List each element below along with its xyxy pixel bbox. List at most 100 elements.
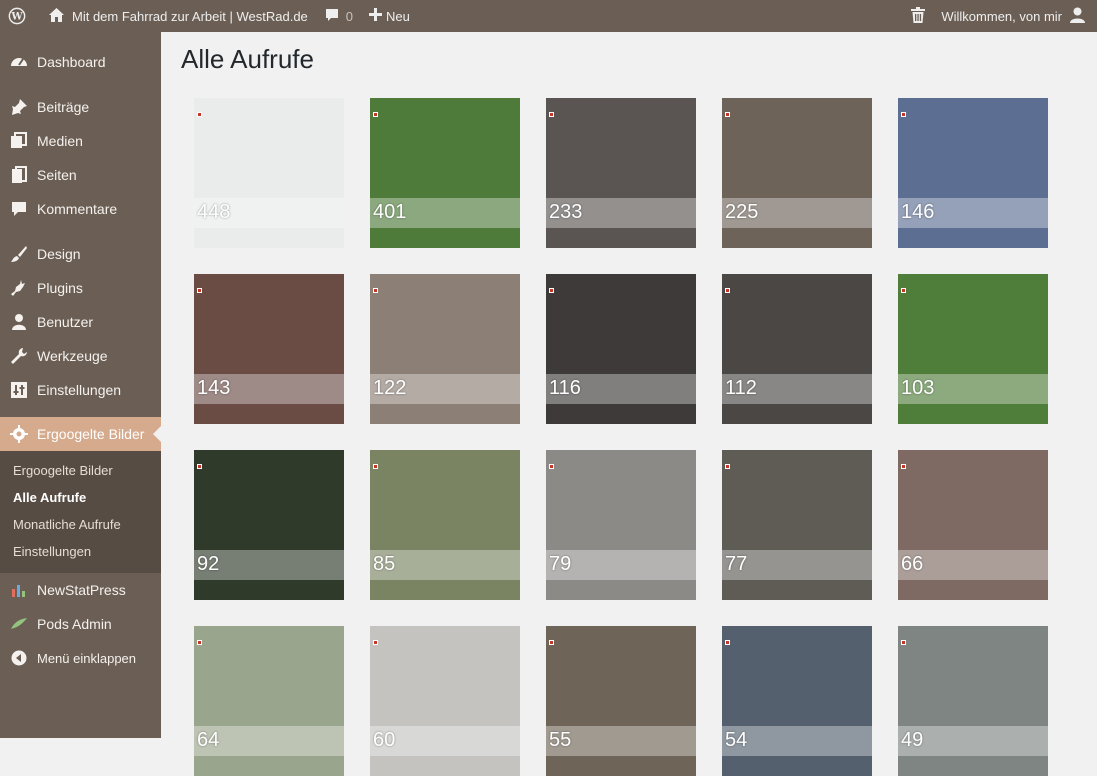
status-dot bbox=[373, 112, 378, 117]
trash-button[interactable] bbox=[903, 0, 933, 32]
view-count: 103 bbox=[901, 377, 935, 399]
submenu-einstellungen[interactable]: Einstellungen bbox=[0, 538, 161, 565]
image-tile[interactable]: 116 bbox=[546, 274, 696, 424]
view-count: 448 bbox=[197, 201, 231, 223]
submenu-alle-aufrufe[interactable]: Alle Aufrufe bbox=[0, 484, 161, 511]
new-content-button[interactable]: Neu bbox=[361, 0, 418, 32]
menu-settings[interactable]: Einstellungen bbox=[0, 373, 161, 407]
admin-sidebar: Dashboard Beiträge Medien Seiten Komment… bbox=[0, 32, 161, 738]
menu-label: Benutzer bbox=[37, 314, 94, 330]
wordpress-logo-icon[interactable]: W bbox=[0, 0, 40, 32]
pages-icon bbox=[10, 166, 28, 184]
menu-label: Medien bbox=[37, 133, 83, 149]
media-icon bbox=[10, 132, 28, 150]
menu-plugins[interactable]: Plugins bbox=[0, 271, 161, 305]
image-tile[interactable]: 122 bbox=[370, 274, 520, 424]
status-dot bbox=[901, 464, 906, 469]
status-dot bbox=[197, 112, 202, 117]
gear-icon bbox=[10, 425, 28, 443]
menu-posts[interactable]: Beiträge bbox=[0, 90, 161, 124]
image-tile[interactable]: 55 bbox=[546, 626, 696, 776]
image-tile[interactable]: 92 bbox=[194, 450, 344, 600]
menu-pods-admin[interactable]: Pods Admin bbox=[0, 607, 161, 641]
dashboard-icon bbox=[10, 53, 28, 71]
new-label: Neu bbox=[386, 8, 410, 24]
pin-icon bbox=[10, 98, 28, 116]
status-dot bbox=[373, 640, 378, 645]
menu-label: Seiten bbox=[37, 167, 77, 183]
image-tile[interactable]: 143 bbox=[194, 274, 344, 424]
main-content: Alle Aufrufe 448 401 233 225 146 143 122 116 112… bbox=[161, 32, 1097, 776]
chart-icon bbox=[10, 581, 28, 599]
status-dot bbox=[725, 464, 730, 469]
status-dot bbox=[197, 640, 202, 645]
view-count: 77 bbox=[725, 553, 748, 575]
submenu-ergoogelte-bilder[interactable]: Ergoogelte Bilder bbox=[0, 457, 161, 484]
status-dot bbox=[197, 464, 202, 469]
admin-bar: W Mit dem Fahrrad zur Arbeit | WestRad.d… bbox=[0, 0, 1097, 32]
view-count: 116 bbox=[549, 377, 581, 399]
view-count: 225 bbox=[725, 201, 759, 223]
menu-ergoogelte-bilder[interactable]: Ergoogelte Bilder bbox=[0, 417, 161, 451]
view-count: 64 bbox=[197, 729, 220, 751]
image-tile[interactable]: 49 bbox=[898, 626, 1048, 776]
image-tile[interactable]: 54 bbox=[722, 626, 872, 776]
comments-link[interactable]: 0 bbox=[316, 0, 361, 32]
menu-label: Kommentare bbox=[37, 201, 118, 217]
brush-icon bbox=[10, 245, 28, 263]
view-count: 66 bbox=[901, 553, 924, 575]
view-count: 233 bbox=[549, 201, 583, 223]
view-count: 55 bbox=[549, 729, 572, 751]
image-tile[interactable]: 233 bbox=[546, 98, 696, 248]
status-dot bbox=[373, 464, 378, 469]
svg-text:W: W bbox=[10, 12, 23, 23]
status-dot bbox=[549, 640, 554, 645]
status-dot bbox=[197, 288, 202, 293]
menu-label: Beiträge bbox=[37, 99, 90, 115]
comments-count: 0 bbox=[345, 8, 354, 24]
image-tile[interactable]: 401 bbox=[370, 98, 520, 248]
image-tile[interactable]: 112 bbox=[722, 274, 872, 424]
page-title: Alle Aufrufe bbox=[181, 44, 314, 74]
status-dot bbox=[725, 288, 730, 293]
menu-design[interactable]: Design bbox=[0, 237, 161, 271]
menu-pages[interactable]: Seiten bbox=[0, 158, 161, 192]
menu-media[interactable]: Medien bbox=[0, 124, 161, 158]
image-tile[interactable]: 79 bbox=[546, 450, 696, 600]
image-tile[interactable]: 103 bbox=[898, 274, 1048, 424]
image-tile[interactable]: 66 bbox=[898, 450, 1048, 600]
menu-tools[interactable]: Werkzeuge bbox=[0, 339, 161, 373]
image-tile[interactable]: 85 bbox=[370, 450, 520, 600]
image-tile[interactable]: 146 bbox=[898, 98, 1048, 248]
view-count: 49 bbox=[901, 729, 924, 751]
submenu-monatliche-aufrufe[interactable]: Monatliche Aufrufe bbox=[0, 511, 161, 538]
image-tile[interactable]: 60 bbox=[370, 626, 520, 776]
view-count: 85 bbox=[373, 553, 396, 575]
menu-comments[interactable]: Kommentare bbox=[0, 192, 161, 226]
menu-users[interactable]: Benutzer bbox=[0, 305, 161, 339]
home-icon bbox=[48, 7, 65, 26]
image-tile[interactable]: 448 bbox=[194, 98, 344, 248]
status-dot bbox=[901, 640, 906, 645]
status-dot bbox=[549, 464, 554, 469]
collapse-icon bbox=[10, 649, 28, 667]
image-tile[interactable]: 77 bbox=[722, 450, 872, 600]
site-name-link[interactable]: Mit dem Fahrrad zur Arbeit | WestRad.de bbox=[40, 0, 316, 32]
greeting: Willkommen, von mir bbox=[941, 8, 1062, 24]
menu-collapse[interactable]: Menü einklappen bbox=[0, 641, 161, 675]
view-count: 60 bbox=[373, 729, 396, 751]
site-title: Mit dem Fahrrad zur Arbeit | WestRad.de bbox=[72, 8, 308, 24]
menu-label: Plugins bbox=[37, 280, 83, 296]
user-avatar-icon bbox=[1070, 7, 1085, 26]
menu-newstatpress[interactable]: NewStatPress bbox=[0, 573, 161, 607]
menu-dashboard[interactable]: Dashboard bbox=[0, 45, 161, 79]
comment-bubble-icon bbox=[324, 7, 340, 26]
pods-icon bbox=[10, 615, 28, 633]
image-tile[interactable]: 64 bbox=[194, 626, 344, 776]
image-tile[interactable]: 225 bbox=[722, 98, 872, 248]
status-dot bbox=[725, 640, 730, 645]
my-account-link[interactable]: Willkommen, von mir bbox=[933, 0, 1097, 32]
plugin-icon bbox=[10, 279, 28, 297]
view-count: 122 bbox=[373, 377, 407, 399]
view-count: 92 bbox=[197, 553, 220, 575]
